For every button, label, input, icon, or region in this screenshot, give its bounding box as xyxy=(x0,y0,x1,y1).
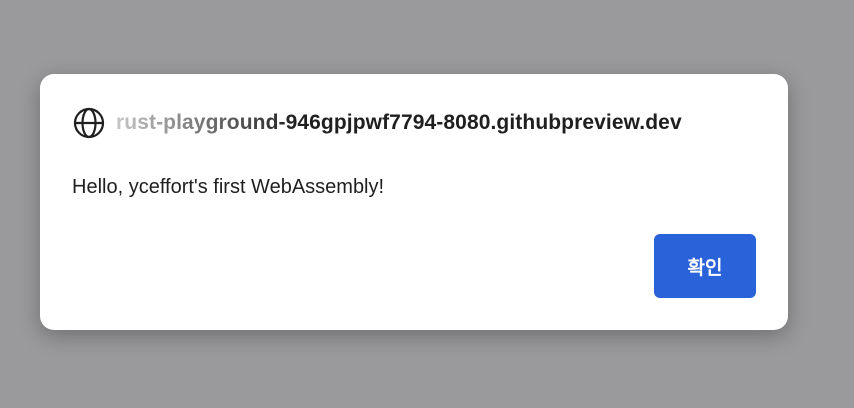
globe-icon xyxy=(72,106,106,140)
dialog-message: Hello, yceffort's first WebAssembly! xyxy=(72,176,385,198)
ok-button[interactable]: 확인 xyxy=(654,234,756,298)
dialog-origin-row: rust-playground-946gpjpwf7794-8080.githu… xyxy=(72,106,764,140)
dialog-origin: rust-playground-946gpjpwf7794-8080.githu… xyxy=(116,111,682,134)
alert-dialog: rust-playground-946gpjpwf7794-8080.githu… xyxy=(40,74,788,330)
